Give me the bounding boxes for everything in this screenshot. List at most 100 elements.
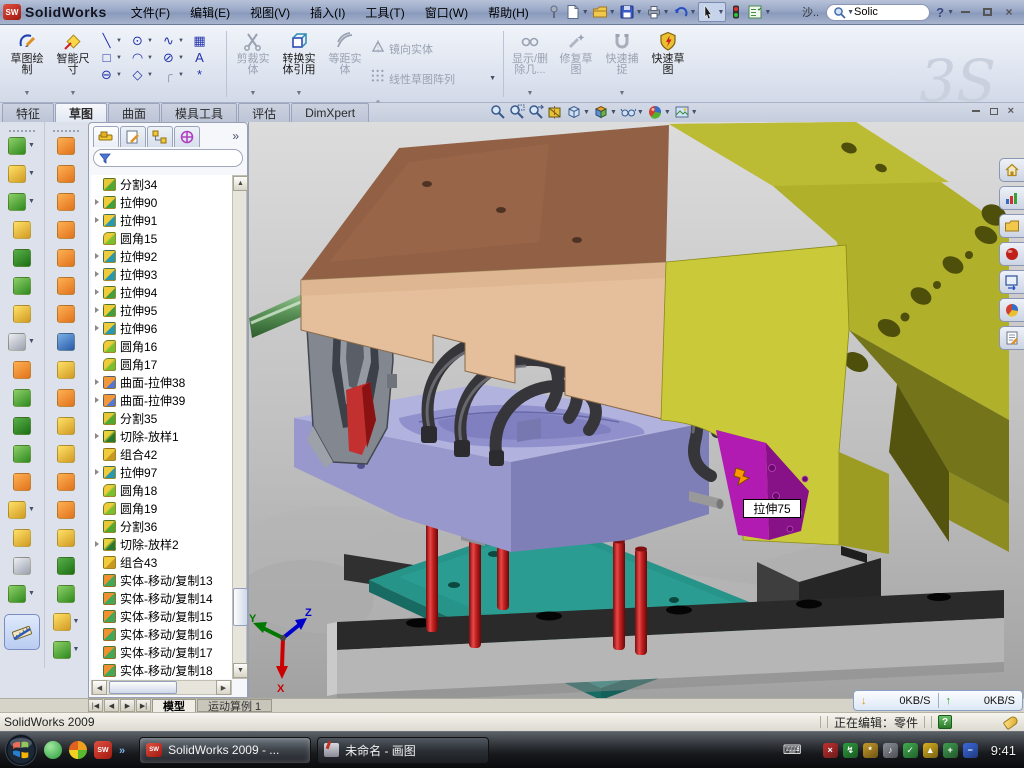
solidworks-search-tab[interactable] bbox=[999, 242, 1024, 266]
tab-草图[interactable]: 草图 bbox=[55, 103, 107, 122]
view-orientation-dropdown[interactable]: ▼ bbox=[610, 109, 617, 116]
tree-item[interactable]: 圆角18 bbox=[91, 481, 247, 499]
tab-曲面[interactable]: 曲面 bbox=[108, 103, 160, 122]
cm-convert-button[interactable]: 转换实体引用▼ bbox=[276, 29, 322, 99]
zoom-area-button[interactable] bbox=[509, 104, 525, 120]
doc-restore-button[interactable] bbox=[990, 105, 998, 117]
spline-curve-button[interactable]: ▼ bbox=[8, 584, 35, 603]
save-dropdown[interactable]: ▼ bbox=[636, 9, 643, 16]
tree-item[interactable]: 实体-移动/复制14 bbox=[91, 589, 247, 607]
draft-button[interactable] bbox=[13, 276, 31, 295]
sketch-point-button[interactable]: * bbox=[191, 67, 221, 82]
expander-icon[interactable] bbox=[95, 397, 103, 403]
polygon-dropdown[interactable]: ▼ bbox=[147, 72, 153, 78]
tree-item[interactable]: 分割36 bbox=[91, 517, 247, 535]
move-face-button[interactable] bbox=[57, 248, 75, 267]
axis-button[interactable] bbox=[13, 556, 31, 575]
tray-network-warning-icon[interactable]: ▲ bbox=[923, 743, 938, 758]
configurationmanager-tab[interactable] bbox=[147, 126, 173, 147]
tree-item[interactable]: 拉伸95 bbox=[91, 301, 247, 319]
search-scope-dropdown[interactable]: ▼ bbox=[847, 9, 854, 16]
menu-1[interactable]: 编辑(E) bbox=[180, 0, 240, 24]
scroll-left-button[interactable]: ◀ bbox=[92, 680, 107, 695]
tree-item[interactable]: 分割34 bbox=[91, 175, 247, 193]
tray-volume-icon[interactable]: ♪ bbox=[883, 743, 898, 758]
trim-dropdown[interactable]: ▼ bbox=[250, 90, 257, 97]
new-document-dropdown[interactable]: ▼ bbox=[582, 9, 589, 16]
open-folder-button[interactable]: ▼ bbox=[591, 2, 617, 22]
slot-dropdown[interactable]: ▼ bbox=[116, 72, 122, 78]
circle-dropdown[interactable]: ▼ bbox=[147, 38, 153, 44]
sketch-selection-box-button[interactable]: ▦ bbox=[191, 33, 221, 48]
combine-bodies-button[interactable] bbox=[13, 388, 31, 407]
network-speed-widget[interactable]: ↓ 0KB/S ↑ 0KB/S bbox=[853, 690, 1023, 711]
tray-defender-shield-icon[interactable]: + bbox=[943, 743, 958, 758]
quicklaunch-solidworks-icon[interactable]: SW bbox=[94, 741, 112, 759]
design-library-tab[interactable] bbox=[999, 186, 1024, 210]
linear-pattern-button[interactable]: ▼ bbox=[8, 332, 35, 351]
print-button[interactable]: ▼ bbox=[645, 2, 671, 22]
quicklaunch-security-suite-icon[interactable] bbox=[69, 741, 87, 759]
reference-sparkle-button[interactable]: ▼ bbox=[53, 612, 80, 631]
scroll-right-button[interactable]: ▶ bbox=[216, 680, 231, 695]
tree-item[interactable]: 实体-移动/复制16 bbox=[91, 625, 247, 643]
tray-update-badge-icon[interactable]: * bbox=[863, 743, 878, 758]
start-button[interactable] bbox=[4, 733, 38, 767]
tree-item[interactable]: 实体-移动/复制15 bbox=[91, 607, 247, 625]
shell-button[interactable] bbox=[13, 248, 31, 267]
tray-signal-icon[interactable]: ✓ bbox=[903, 743, 918, 758]
sketch-spline-button[interactable]: ∿▼ bbox=[160, 33, 190, 48]
options-list-button[interactable]: ▼ bbox=[746, 2, 772, 22]
featuremanager-tab[interactable] bbox=[93, 126, 119, 147]
spline-dropdown[interactable]: ▼ bbox=[178, 38, 184, 44]
support-bracket[interactable] bbox=[661, 122, 1010, 554]
apply-scene-dropdown[interactable]: ▼ bbox=[691, 109, 698, 116]
sketch-arc-button[interactable]: ◠▼ bbox=[129, 50, 159, 65]
sketch-circle-button[interactable]: ⊙▼ bbox=[129, 33, 159, 48]
manager-tabs-chevron[interactable]: » bbox=[232, 129, 239, 143]
undo-dropdown[interactable]: ▼ bbox=[690, 9, 697, 16]
ellipse-dropdown[interactable]: ▼ bbox=[178, 55, 184, 61]
file-explorer-tab[interactable] bbox=[999, 214, 1024, 238]
help-button[interactable]: ? bbox=[936, 5, 944, 20]
parting-line-button[interactable] bbox=[57, 192, 75, 211]
nav-next-button[interactable]: ▶ bbox=[120, 699, 135, 712]
extruded-cut-button[interactable]: ▼ bbox=[8, 164, 35, 183]
scroll-track[interactable] bbox=[177, 680, 216, 695]
split-line-button[interactable] bbox=[57, 136, 75, 155]
tree-item[interactable]: 圆角16 bbox=[91, 337, 247, 355]
tree-item[interactable]: 圆角19 bbox=[91, 499, 247, 517]
menu-5[interactable]: 窗口(W) bbox=[415, 0, 478, 24]
model-tab-运动算例 1[interactable]: 运动算例 1 bbox=[197, 699, 272, 712]
mold-folders-button[interactable] bbox=[57, 444, 75, 463]
expander-icon[interactable] bbox=[95, 307, 103, 313]
relations-dropdown[interactable]: ▼ bbox=[527, 90, 534, 97]
taskbar-clock[interactable]: 9:41 bbox=[991, 743, 1016, 758]
cm-pattern-button[interactable]: 线性草图阵列▼ bbox=[370, 65, 498, 92]
split-button[interactable] bbox=[13, 444, 31, 463]
search-input[interactable] bbox=[854, 6, 916, 18]
expander-icon[interactable] bbox=[95, 433, 103, 439]
cm-rapid-button[interactable]: 快速草图 bbox=[645, 29, 691, 99]
tree-item[interactable]: 切除-放样1 bbox=[91, 427, 247, 445]
tree-item[interactable]: 组合42 bbox=[91, 445, 247, 463]
arc-dropdown[interactable]: ▼ bbox=[147, 55, 153, 61]
freeform-button[interactable] bbox=[57, 584, 75, 603]
tree-item[interactable]: 拉伸96 bbox=[91, 319, 247, 337]
tree-item[interactable]: 实体-移动/复制17 bbox=[91, 643, 247, 661]
tab-评估[interactable]: 评估 bbox=[238, 103, 290, 122]
doc-minimize-button[interactable] bbox=[972, 105, 980, 117]
sketch-slot-button[interactable]: ⊖▼ bbox=[98, 67, 128, 82]
side-core-button[interactable] bbox=[57, 528, 75, 547]
menu-6[interactable]: 帮助(H) bbox=[478, 0, 539, 24]
cm-snap-button[interactable]: 快速捕捉▼ bbox=[599, 29, 645, 99]
smart-dim-dropdown[interactable]: ▼ bbox=[70, 90, 77, 97]
help-dropdown[interactable]: ▼ bbox=[947, 9, 954, 16]
doc-close-button[interactable]: × bbox=[1008, 105, 1014, 117]
tray-security-alert-icon[interactable]: × bbox=[823, 743, 838, 758]
plane-button[interactable] bbox=[13, 528, 31, 547]
rib-button[interactable] bbox=[13, 360, 31, 379]
reference-geometry-button[interactable]: ▼ bbox=[8, 500, 35, 519]
appearances-scenes-tab[interactable] bbox=[999, 298, 1024, 322]
quick-tips-icon[interactable]: ? bbox=[938, 715, 952, 729]
